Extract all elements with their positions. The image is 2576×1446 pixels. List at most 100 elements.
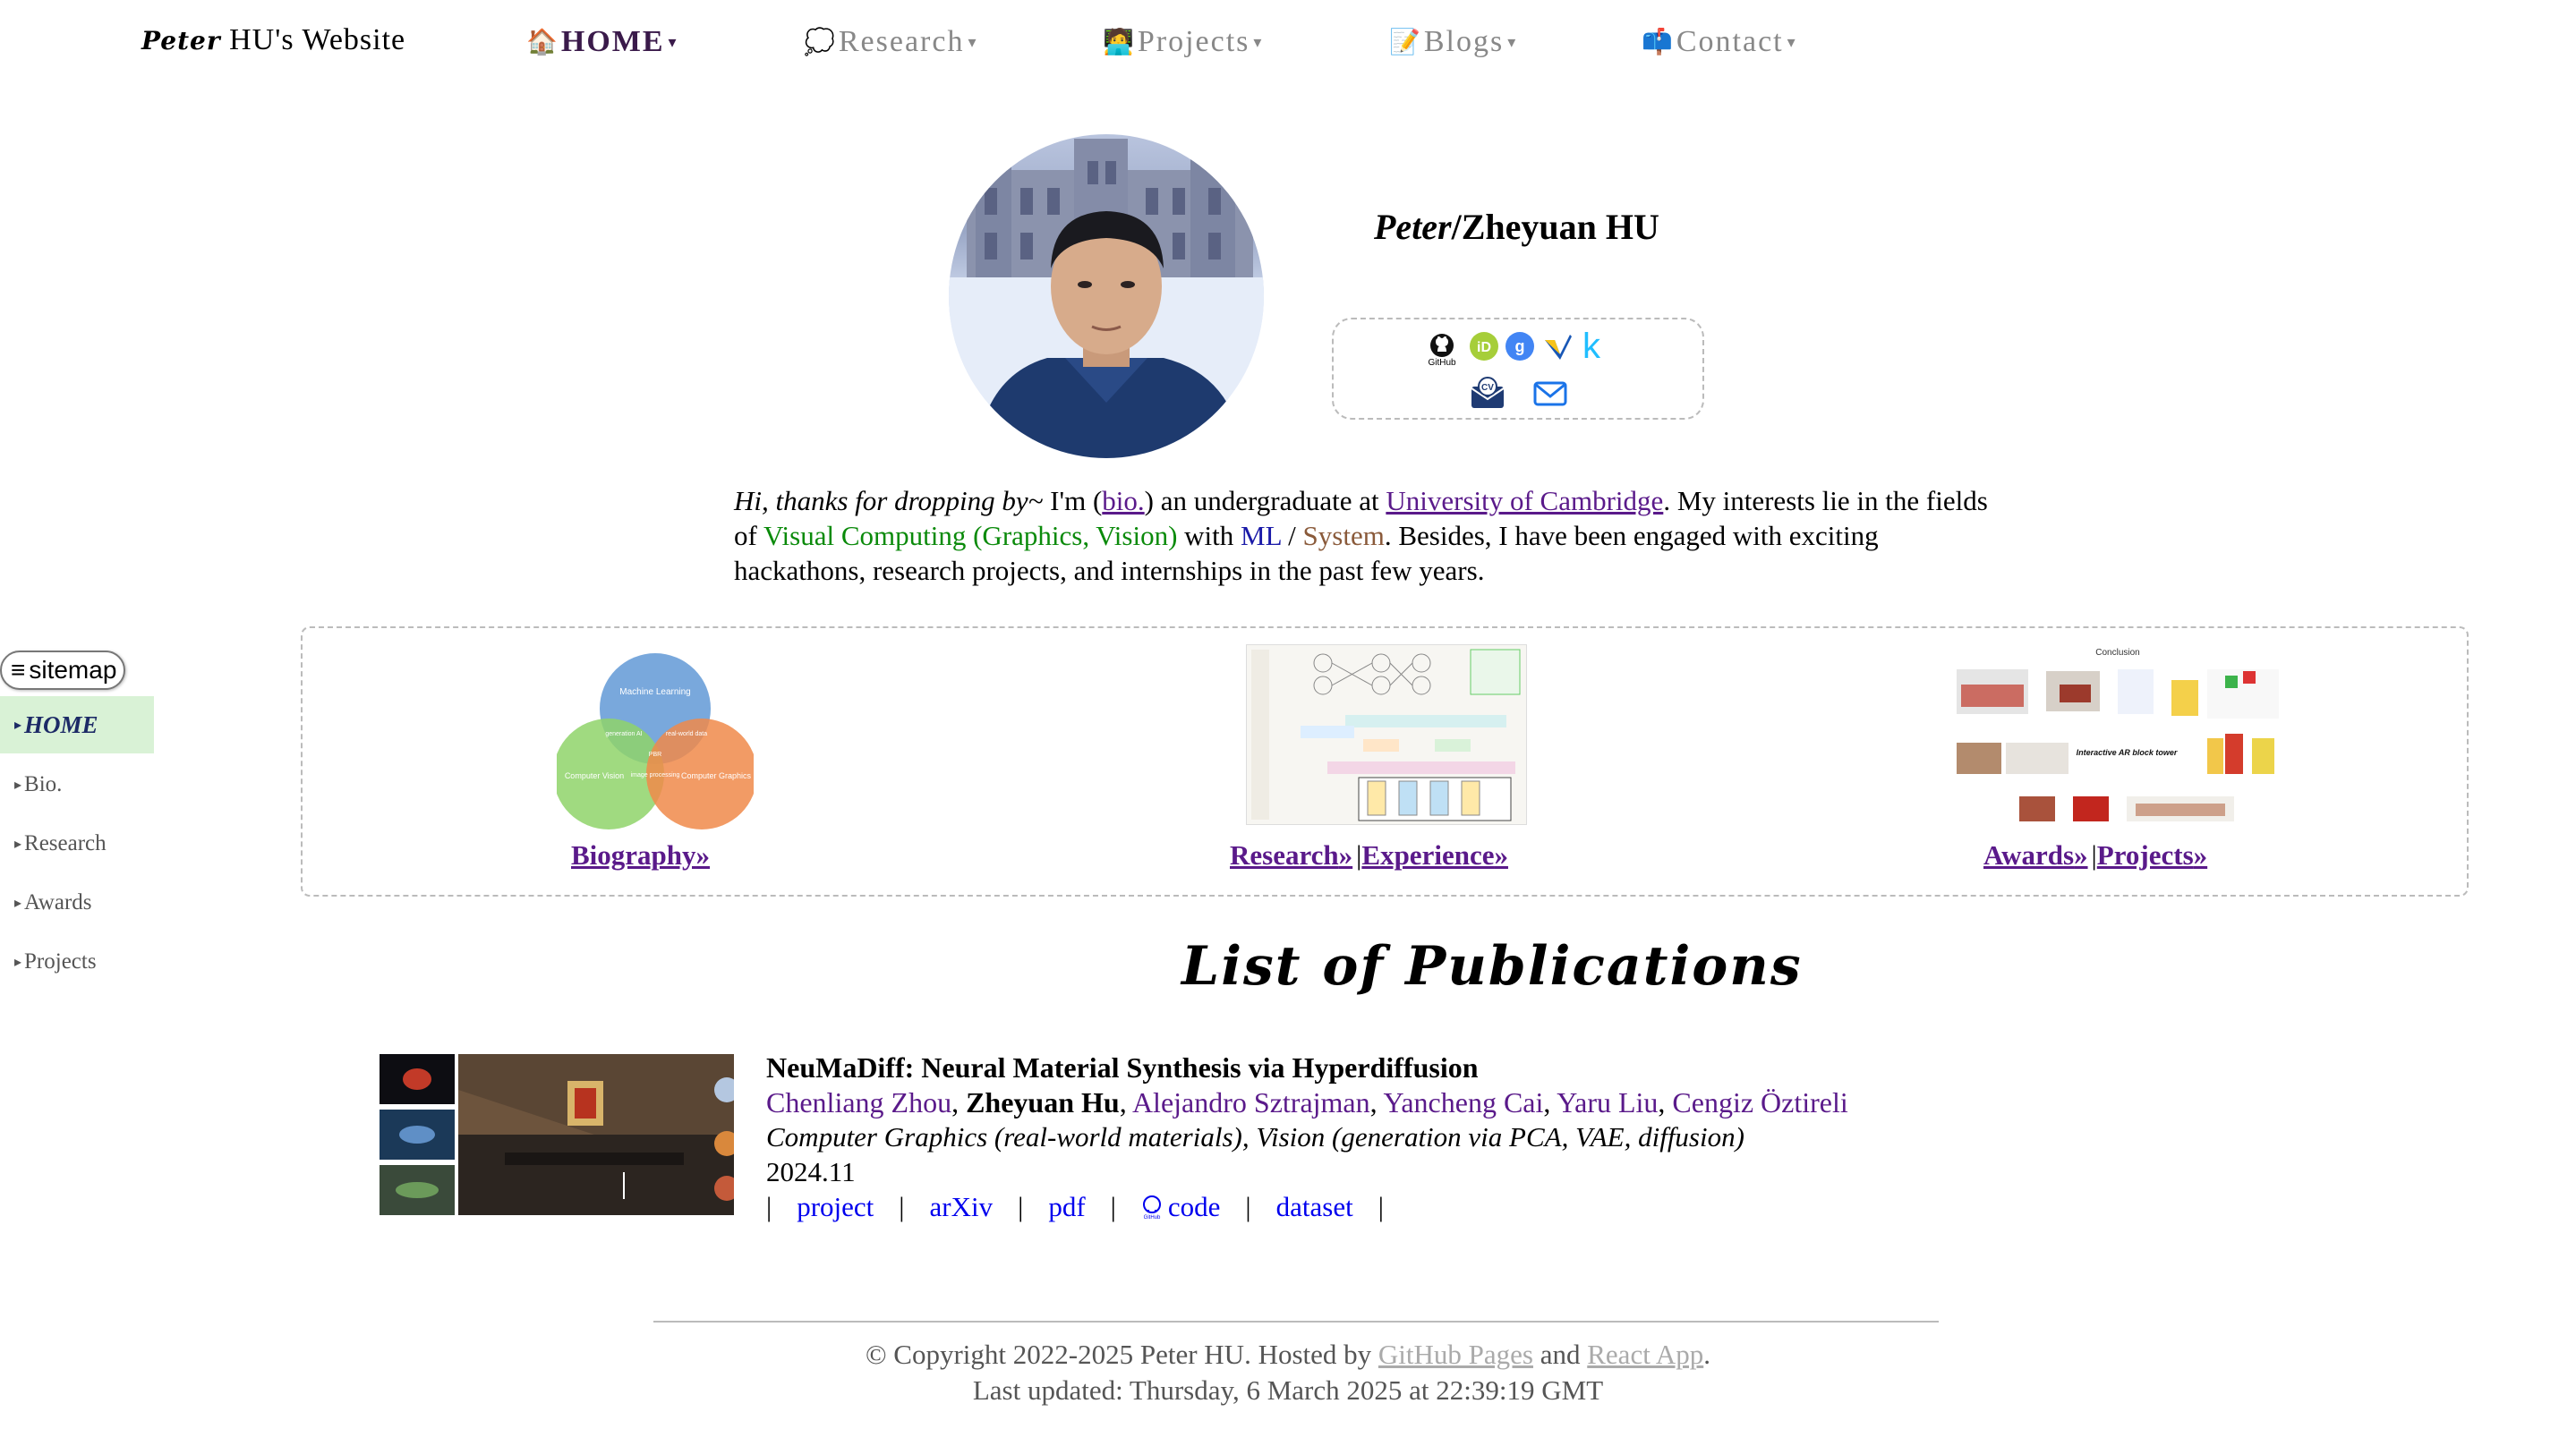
svg-text:Interactive AR block tower: Interactive AR block tower — [2077, 748, 2178, 757]
publications-heading: List of Publications — [1181, 935, 1803, 998]
person-name: Peter/Zheyuan HU — [1374, 207, 1659, 247]
svg-text:GitHub: GitHub — [1144, 1215, 1161, 1220]
menu-icon: ≡ — [11, 656, 26, 684]
mailbox-icon: 📫 — [1642, 29, 1675, 56]
kaggle-icon: k — [1582, 327, 1600, 366]
github-icon — [1430, 334, 1454, 357]
author-link[interactable]: Yaru Liu — [1557, 1086, 1658, 1119]
publication-title: NeuMaDiff: Neural Material Synthesis via… — [766, 1051, 1479, 1084]
university-link[interactable]: University of Cambridge — [1386, 485, 1663, 516]
sitemap-item-bio[interactable]: ▸ Bio. — [0, 756, 154, 813]
caret-down-icon: ▾ — [968, 32, 978, 51]
nav-projects[interactable]: 🧑‍💻 Projects ▾ — [1103, 25, 1263, 59]
memo-icon: 📝 — [1389, 29, 1422, 56]
caret-down-icon: ▾ — [668, 32, 678, 51]
separator: | — [899, 1191, 905, 1222]
email-icon — [1533, 381, 1567, 406]
biography-link[interactable]: Biography» — [571, 839, 710, 871]
social-links-box: GitHub iD g k CV — [1332, 318, 1704, 420]
svg-text:generation AI: generation AI — [605, 731, 642, 737]
sitemap-item-awards[interactable]: ▸ Awards — [0, 874, 154, 931]
publication-thumbnail[interactable] — [380, 1054, 739, 1215]
publication-links: | project | arXiv | pdf | GitHub code | … — [766, 1191, 1409, 1223]
google-scholar-link[interactable]: g — [1504, 330, 1536, 362]
publication-authors: Chenliang Zhou, Zheyuan Hu, Alejandro Sz… — [766, 1086, 1848, 1119]
separator: | — [1245, 1191, 1251, 1222]
google-scholar-icon: g — [1506, 332, 1534, 361]
github-icon: GitHub — [1141, 1195, 1163, 1220]
venn-diagram: Machine Learning Computer Vision Compute… — [557, 653, 754, 829]
profile-photo — [949, 134, 1264, 458]
svg-text:iD: iD — [1477, 340, 1491, 355]
author-link[interactable]: Yancheng Cai — [1383, 1086, 1543, 1119]
nav-home[interactable]: 🏠 HOME ▾ — [526, 25, 678, 59]
react-app-link[interactable]: React App — [1587, 1339, 1703, 1370]
profile-photo-art — [949, 139, 1264, 458]
author-link[interactable]: Chenliang Zhou — [766, 1086, 951, 1119]
interest-ml: ML — [1241, 520, 1282, 551]
triangle-right-icon: ▸ — [14, 837, 22, 852]
semantic-scholar-link[interactable] — [1541, 330, 1574, 362]
project-link[interactable]: project — [797, 1191, 874, 1223]
nav-contact[interactable]: 📫 Contact ▾ — [1642, 25, 1797, 59]
dataset-link[interactable]: dataset — [1276, 1191, 1353, 1223]
arxiv-link[interactable]: arXiv — [930, 1191, 994, 1223]
projects-link[interactable]: Projects» — [2097, 839, 2207, 871]
author-self: Zheyuan Hu — [966, 1086, 1120, 1119]
nav-blogs[interactable]: 📝 Blogs ▾ — [1389, 25, 1517, 59]
sitemap-toggle[interactable]: ≡ sitemap — [0, 651, 125, 690]
interest-system: System — [1302, 520, 1385, 551]
cv-icon: CV — [1471, 377, 1505, 408]
caret-down-icon: ▾ — [1787, 32, 1797, 51]
orcid-link[interactable]: iD — [1468, 330, 1500, 362]
cv-link[interactable]: CV — [1468, 375, 1507, 411]
svg-text:PBR: PBR — [649, 752, 661, 758]
code-link[interactable]: code — [1168, 1191, 1221, 1223]
separator: | — [766, 1191, 772, 1222]
interest-visual-computing: Visual Computing (Graphics, Vision) — [763, 520, 1178, 551]
footer-divider — [653, 1321, 1939, 1323]
footer-last-updated: Last updated: Thursday, 6 March 2025 at … — [972, 1374, 1604, 1406]
svg-text:Computer Vision: Computer Vision — [565, 771, 624, 780]
svg-text:Computer Graphics: Computer Graphics — [681, 771, 752, 780]
footer-copyright: © Copyright 2022-2025 Peter HU. Hosted b… — [866, 1339, 1710, 1370]
svg-text:CV: CV — [1481, 383, 1494, 393]
kaggle-link[interactable]: k — [1577, 328, 1606, 364]
caret-down-icon: ▾ — [1507, 32, 1518, 51]
pdf-link[interactable]: pdf — [1048, 1191, 1085, 1223]
projects-collage-thumbnail: Conclusion Interactive AR block tower — [1957, 644, 2279, 823]
research-link[interactable]: Research» — [1230, 839, 1352, 871]
svg-text:g: g — [1515, 337, 1525, 355]
svg-text:Conclusion: Conclusion — [2095, 648, 2139, 658]
technologist-icon: 🧑‍💻 — [1103, 29, 1136, 56]
nav-research[interactable]: 💭 Research ▾ — [804, 25, 978, 59]
bio-link[interactable]: bio. — [1102, 485, 1144, 516]
triangle-right-icon: ▸ — [14, 718, 22, 733]
awards-link[interactable]: Awards» — [1983, 839, 2088, 871]
separator: | — [1018, 1191, 1024, 1222]
author-link[interactable]: Alejandro Sztrajman — [1132, 1086, 1370, 1119]
sitemap-item-home[interactable]: ▸ HOME — [0, 696, 154, 753]
orcid-icon: iD — [1470, 332, 1498, 361]
github-pages-link[interactable]: GitHub Pages — [1378, 1339, 1533, 1370]
experience-link[interactable]: Experience» — [1361, 839, 1508, 871]
house-icon: 🏠 — [526, 29, 559, 56]
separator: | — [1110, 1191, 1116, 1222]
publication-topics: Computer Graphics (real-world materials)… — [766, 1121, 1744, 1153]
svg-text:image processing: image processing — [631, 772, 680, 778]
site-title[interactable]: Peter HU's Website — [141, 23, 405, 57]
publication-date: 2024.11 — [766, 1156, 856, 1187]
intro-paragraph: Hi, thanks for dropping by~ I'm (bio.) a… — [734, 485, 1988, 586]
triangle-right-icon: ▸ — [14, 896, 22, 911]
sitemap-item-research[interactable]: ▸ Research — [0, 815, 154, 872]
svg-text:real-world data: real-world data — [666, 731, 707, 737]
email-link[interactable] — [1531, 375, 1570, 411]
triangle-right-icon: ▸ — [14, 955, 22, 970]
thought-bubble-icon: 💭 — [804, 29, 837, 56]
semantic-scholar-icon — [1545, 335, 1572, 360]
svg-text:Machine Learning: Machine Learning — [619, 687, 691, 697]
github-link[interactable]: GitHub — [1423, 328, 1461, 373]
highlights-gallery: Machine Learning Computer Vision Compute… — [301, 626, 2469, 897]
author-link[interactable]: Cengiz Öztireli — [1672, 1086, 1847, 1119]
sitemap-item-projects[interactable]: ▸ Projects — [0, 933, 154, 991]
